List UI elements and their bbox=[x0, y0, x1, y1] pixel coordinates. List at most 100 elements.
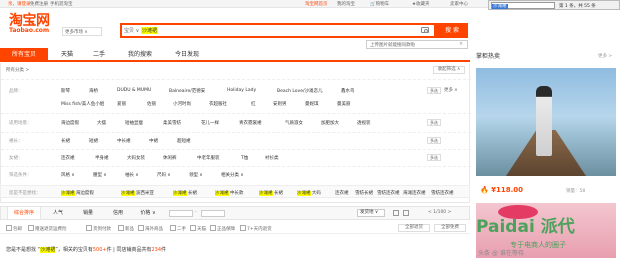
filter-value[interactable]: 长裙 bbox=[61, 138, 70, 144]
close-icon[interactable]: × bbox=[459, 41, 463, 47]
filter-dropdown[interactable]: 领型 ∨ bbox=[189, 172, 203, 178]
filter-value[interactable]: 加肥加大 bbox=[321, 120, 339, 126]
find-input[interactable]: 沙滩裙 bbox=[491, 2, 555, 9]
checkbox-cod[interactable]: 货到付款 bbox=[86, 225, 111, 232]
filter-value[interactable]: 连衣裙 bbox=[61, 155, 75, 161]
checkbox-tmall[interactable]: 天猫 bbox=[190, 225, 206, 232]
notice-keyword[interactable]: 沙滩裙 bbox=[40, 247, 56, 253]
product-image[interactable] bbox=[476, 68, 616, 176]
checkbox-secondhand[interactable]: 二手 bbox=[170, 225, 186, 232]
sort-price[interactable]: 价格 ∨ bbox=[133, 207, 163, 219]
filter-value[interactable]: 青衣霓裳裙 bbox=[239, 120, 262, 126]
filter-value[interactable]: 中老年服装 bbox=[197, 155, 220, 161]
filter-value[interactable]: 海桥 bbox=[89, 88, 98, 94]
checkbox-7day-return[interactable]: 7+天内退货 bbox=[240, 225, 272, 232]
filter-value[interactable]: 海边度假 bbox=[61, 120, 79, 126]
cart-link[interactable]: 🛒购物车 bbox=[370, 1, 389, 7]
filter-value[interactable]: Miss fish/美人鱼小姐 bbox=[61, 101, 104, 107]
camera-icon[interactable] bbox=[421, 27, 429, 33]
filter-value[interactable]: 透视装 bbox=[357, 120, 371, 126]
pager[interactable]: < 1/100 > bbox=[428, 210, 451, 215]
home-link[interactable]: 淘宝网首页 bbox=[305, 1, 328, 7]
filter-value[interactable]: 衣超服社 bbox=[209, 101, 227, 107]
filter-value[interactable]: Balneaire/范德安 bbox=[169, 88, 205, 94]
multi-select-button[interactable]: 多选 bbox=[427, 87, 441, 94]
related-item[interactable]: 雪纺长裙 bbox=[355, 190, 373, 196]
price-max-input[interactable] bbox=[201, 210, 225, 217]
sort-sales[interactable]: 销量 bbox=[75, 207, 101, 219]
sort-popularity[interactable]: 人气 bbox=[45, 207, 71, 219]
filter-value[interactable]: 花儿一样 bbox=[201, 120, 219, 126]
related-item[interactable]: 雪纺连衣裙 bbox=[431, 190, 454, 196]
sidebar-more-link[interactable]: 更多 > bbox=[598, 53, 612, 59]
filter-value[interactable]: Beach Love/沙滩恋儿 bbox=[277, 88, 323, 94]
filter-value[interactable]: 斯琴 bbox=[61, 88, 70, 94]
ship-from-select[interactable]: 发货地 ∨ bbox=[357, 209, 385, 217]
sort-credit[interactable]: 信用 bbox=[105, 207, 131, 219]
my-taobao-link[interactable]: 我的淘宝 bbox=[337, 1, 355, 7]
filter-value[interactable]: 小河时尚 bbox=[173, 101, 191, 107]
related-item[interactable]: 海滩连衣裙 bbox=[403, 190, 426, 196]
mobile-link[interactable]: 手机逛淘宝 bbox=[50, 1, 73, 7]
filter-value[interactable]: T恤 bbox=[241, 155, 248, 161]
related-item[interactable]: 雪纺连衣裙 bbox=[377, 190, 400, 196]
filter-value[interactable]: 短裙 bbox=[89, 138, 98, 144]
multi-select-button[interactable]: 多选 bbox=[427, 137, 441, 144]
filter-value[interactable]: Holiday Lady bbox=[227, 88, 256, 93]
related-item[interactable]: 沙滩裙 中长款 bbox=[215, 190, 243, 196]
multi-select-button[interactable]: 多选 bbox=[427, 154, 441, 161]
search-button[interactable]: 搜 索 bbox=[436, 23, 468, 38]
collapse-filters-button[interactable]: 收起筛选 ∧ bbox=[433, 66, 465, 74]
price-min-input[interactable] bbox=[169, 210, 193, 217]
filter-value[interactable]: 大摆 bbox=[97, 120, 106, 126]
filter-value[interactable]: DUDU & MUMU bbox=[117, 88, 151, 93]
filter-value[interactable]: 休闲裤 bbox=[163, 155, 177, 161]
filter-value[interactable]: 中长裙 bbox=[117, 138, 131, 144]
filter-value[interactable]: 曼美丽 bbox=[337, 101, 351, 107]
filter-value[interactable]: 中裙 bbox=[149, 138, 158, 144]
search-type-select[interactable]: 宝贝 ∨ bbox=[124, 27, 139, 34]
filter-value[interactable]: 鑫水鸟 bbox=[341, 88, 355, 94]
filter-value[interactable]: 半身裙 bbox=[95, 155, 109, 161]
register-link[interactable]: 免费注册 bbox=[30, 1, 48, 7]
filter-value[interactable]: 气质淑女 bbox=[285, 120, 303, 126]
filter-value[interactable]: 柔美雪纺 bbox=[163, 120, 181, 126]
filter-dropdown[interactable]: 腰型 ∨ bbox=[93, 172, 107, 178]
tab-all[interactable]: 所有宝贝 bbox=[0, 48, 48, 61]
filter-value[interactable]: 安则男 bbox=[273, 101, 287, 107]
more-button[interactable]: 更多 ∨ bbox=[444, 87, 458, 93]
checkbox-genuine[interactable]: 正品保障 bbox=[210, 225, 235, 232]
market-select[interactable]: 更多市场 ∨ bbox=[62, 27, 102, 36]
favorites-link[interactable]: ★收藏夹 bbox=[412, 1, 430, 7]
related-item[interactable]: 连衣裙 bbox=[335, 190, 349, 196]
filter-value[interactable]: 曼妮琪 bbox=[305, 101, 319, 107]
related-item[interactable]: 沙滩裙 海边度假 bbox=[61, 190, 94, 196]
tab-secondhand[interactable]: 二手 bbox=[84, 48, 114, 61]
checkbox-overseas[interactable]: 海外商品 bbox=[138, 225, 163, 232]
list-view-icon[interactable] bbox=[403, 210, 409, 216]
filter-dropdown[interactable]: 相关分类 ∨ bbox=[221, 172, 244, 178]
free-all-button[interactable]: 全部免费 bbox=[434, 224, 466, 232]
filter-value[interactable]: 衬衫类 bbox=[265, 155, 279, 161]
filter-dropdown[interactable]: 风格 ∨ bbox=[61, 172, 75, 178]
sort-default[interactable]: 综合排序 bbox=[7, 207, 41, 219]
multi-select-button[interactable]: 多选 bbox=[427, 119, 441, 126]
filter-dropdown[interactable]: 袖长 ∨ bbox=[125, 172, 139, 178]
related-item[interactable]: 沙滩裙 大码 bbox=[297, 190, 321, 196]
filter-value[interactable]: 爱丽 bbox=[117, 101, 126, 107]
return-all-button[interactable]: 全部退货 bbox=[398, 224, 430, 232]
login-link[interactable]: 亲，请登录 bbox=[8, 1, 31, 7]
tab-tmall[interactable]: 天猫 bbox=[52, 48, 82, 61]
filter-value[interactable]: 超短裙 bbox=[177, 138, 191, 144]
checkbox-new[interactable]: 新品 bbox=[118, 225, 134, 232]
tab-discover[interactable]: 今日发现 bbox=[166, 48, 208, 61]
filter-value[interactable]: 短袖显瘦 bbox=[125, 120, 143, 126]
seller-center-link[interactable]: 卖家中心 bbox=[450, 1, 468, 7]
filter-value[interactable]: 红 bbox=[251, 101, 256, 107]
related-item[interactable]: 沙滩裙 长裙 bbox=[173, 190, 197, 196]
search-input[interactable]: 沙滩裙 bbox=[141, 27, 159, 34]
filter-dropdown[interactable]: 尺码 ∨ bbox=[157, 172, 171, 178]
category-breadcrumb[interactable]: 所有分类 > bbox=[6, 67, 29, 73]
checkbox-free-shipping[interactable]: 包邮 bbox=[6, 225, 22, 232]
filter-value[interactable]: 佐丽 bbox=[147, 101, 156, 107]
